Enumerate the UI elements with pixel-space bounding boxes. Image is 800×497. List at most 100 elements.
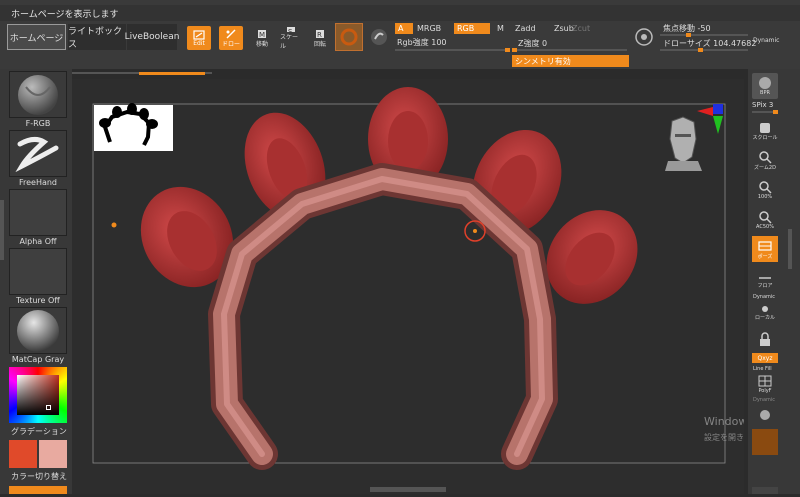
liveboolean-button[interactable]: LiveBoolean (125, 24, 179, 50)
spix-slider[interactable] (752, 110, 778, 114)
watermark-line1: Windows のライセン (704, 415, 744, 428)
material-selector[interactable]: MatCap Gray (9, 307, 67, 364)
canvas-marker-dot (111, 222, 117, 228)
bpr-button[interactable]: BPR (752, 73, 778, 99)
edit-icon (193, 29, 205, 40)
rotate-label: 回転 (313, 40, 326, 48)
canvas-svg[interactable]: Windows のライセン 設定を開き、Windows の (72, 79, 800, 494)
watermark-line2: 設定を開き、Windows の (704, 432, 744, 442)
stroke-thumb (9, 130, 67, 177)
zadd-toggle[interactable]: Zadd (512, 23, 539, 34)
saturation-square[interactable] (17, 375, 59, 415)
z-intensity-slider[interactable] (512, 48, 627, 52)
rgb-intensity-label: Rgb強度 100 (397, 38, 447, 47)
bottom-right-button[interactable] (752, 487, 778, 494)
zoom-label: ズーム2D (754, 164, 776, 171)
bpr-label: BPR (760, 90, 770, 96)
rgb-toggle[interactable]: RGB (454, 23, 490, 34)
matcap-sphere-icon (17, 309, 59, 352)
hand-icon (760, 122, 770, 133)
scroll-button[interactable]: スクロール (752, 117, 778, 143)
half-size-icon (759, 211, 772, 224)
freehand-stroke-icon (15, 136, 59, 172)
brush-thumb (9, 71, 67, 118)
dynamic-label[interactable]: Dynamic (753, 37, 779, 44)
transparency-icon (760, 410, 770, 420)
spix-label[interactable]: SPix 3 (752, 101, 773, 109)
draw-size-slider[interactable] (660, 48, 748, 52)
home-button[interactable]: ホームページ (7, 24, 66, 50)
color-picker[interactable] (9, 367, 67, 423)
svg-text:M: M (259, 31, 265, 39)
pose-button[interactable]: ポーズ (752, 236, 778, 262)
swap-button[interactable] (9, 486, 67, 494)
m-toggle[interactable]: M (494, 23, 507, 34)
brush-selector[interactable]: F-RGB (9, 71, 67, 128)
symmetry-toggle[interactable]: シンメトリ有効 (512, 55, 629, 67)
brush-label: F-RGB (25, 119, 51, 128)
edit-label: Edit (193, 39, 205, 47)
draw-icon (226, 29, 236, 38)
move-button[interactable]: M 移動 (251, 26, 273, 50)
actual-size-icon (759, 181, 772, 194)
lightbox-button[interactable]: ライトボックス (68, 24, 126, 50)
xyz-button[interactable]: Qxyz (752, 353, 778, 363)
mrgb-toggle[interactable]: MRGB (414, 23, 444, 34)
material-thumb (9, 307, 67, 354)
texture-label: Texture Off (16, 296, 60, 305)
move-label: 移動 (255, 40, 268, 48)
actual-size-label: 100% (757, 194, 773, 200)
primary-color-swatch[interactable] (9, 440, 37, 468)
polyframe-icon (758, 375, 772, 387)
scale-button[interactable]: S スケール (280, 26, 302, 50)
bottom-tray-handle[interactable] (370, 487, 446, 492)
polyframe-button[interactable]: PolyF (752, 371, 778, 397)
rgb-intensity-slider[interactable] (395, 48, 510, 52)
stroke-selector[interactable]: FreeHand (9, 130, 67, 187)
zcut-toggle[interactable]: Zcut (569, 23, 593, 34)
alpha-thumb (9, 189, 67, 236)
right-tray-toggle[interactable] (788, 229, 792, 269)
model-thumbnail (94, 103, 173, 151)
rotate-button[interactable]: R 回転 (309, 26, 331, 50)
left-tray-toggle[interactable] (0, 200, 4, 260)
actual-size-button[interactable]: 100% (752, 177, 778, 203)
alpha-selector[interactable]: Alpha Off (9, 189, 67, 246)
focal-shift-slider[interactable] (660, 33, 748, 37)
gradient-label[interactable]: グラデーション (11, 426, 67, 437)
draw-size-label: ドローサイズ 104.47682 (663, 39, 757, 48)
scale-label: スケール (280, 34, 299, 50)
local-button[interactable]: ローカル (752, 299, 778, 325)
edit-button[interactable]: Edit (187, 26, 211, 50)
brush-cursor-center (473, 229, 477, 233)
alpha-label: Alpha Off (19, 237, 57, 246)
navigation-head-icon[interactable] (665, 116, 702, 171)
focal-shift-icon[interactable] (634, 27, 654, 47)
secondary-color-swatch[interactable] (39, 440, 67, 468)
stroke-label: FreeHand (18, 178, 58, 187)
texture-selector[interactable]: Texture Off (9, 248, 67, 305)
floor-label: フロア (757, 282, 773, 289)
draw-button[interactable]: ドロー (219, 26, 243, 50)
material-swatch-button[interactable] (335, 23, 363, 51)
status-bar: ホームページを表示します (0, 5, 800, 21)
axis-gizmo-icon[interactable] (697, 104, 723, 134)
symmetry-icon[interactable] (369, 27, 389, 47)
tab-strip (72, 69, 748, 79)
color-swap-label[interactable]: カラー切り替え (11, 471, 67, 482)
transp-button[interactable] (752, 402, 778, 428)
pose-label: ポーズ (757, 253, 773, 260)
zoom-button[interactable]: ズーム2D (752, 147, 778, 173)
lock-button[interactable] (752, 327, 778, 353)
right-shelf: BPR SPix 3 スクロール ズーム2D 100% AC50% ポーズ フロ… (748, 69, 800, 494)
floor-button[interactable]: フロア (752, 267, 778, 293)
ac50-button[interactable]: AC50% (752, 207, 778, 233)
pose-icon (758, 240, 772, 251)
solo-button[interactable] (752, 429, 778, 455)
z-intensity-label: Z強度 0 (518, 39, 548, 48)
color-cursor[interactable] (46, 405, 51, 410)
local-icon (762, 305, 768, 312)
a-toggle[interactable]: A (395, 23, 413, 34)
local-label: ローカル (754, 314, 775, 321)
document-canvas[interactable]: Windows のライセン 設定を開き、Windows の (72, 79, 800, 494)
